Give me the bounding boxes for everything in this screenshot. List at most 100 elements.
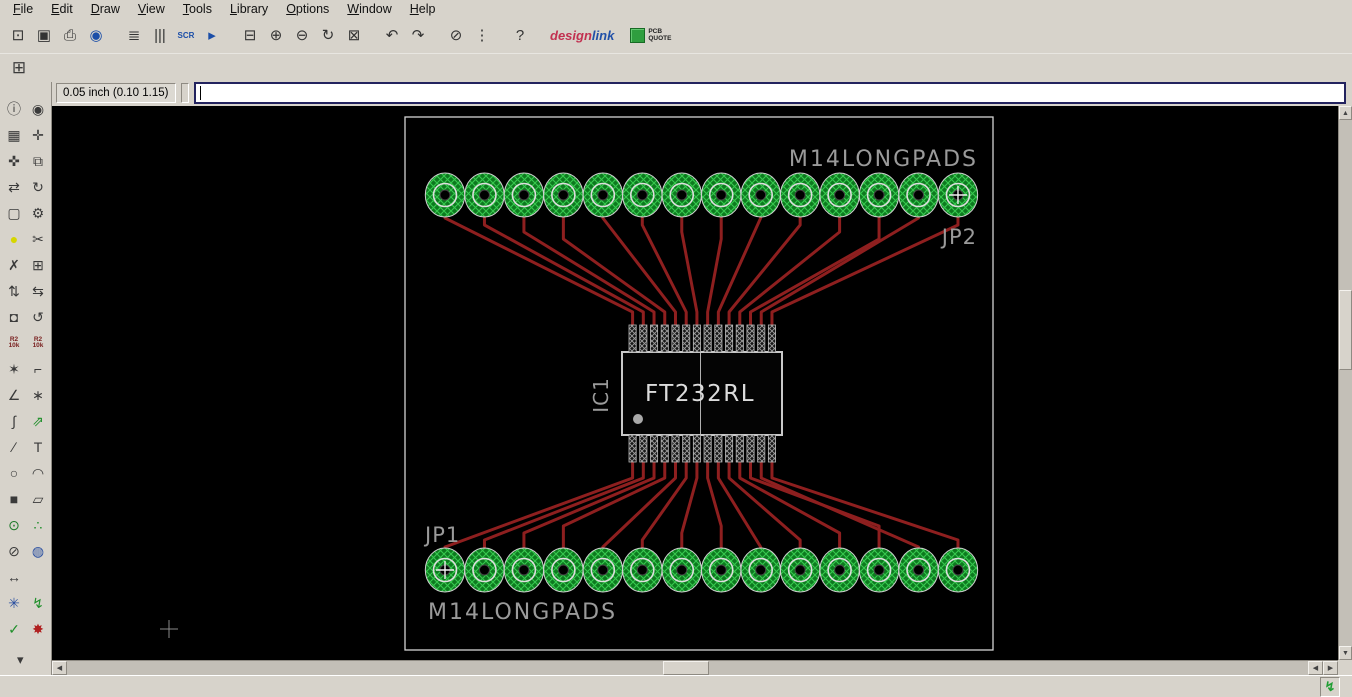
vertical-scrollbar[interactable]: ▲ ▼ [1338, 106, 1352, 660]
menu-help[interactable]: Help [401, 1, 445, 17]
ic-pin-bottom-3[interactable] [650, 434, 659, 463]
pad-jp2-9[interactable] [740, 172, 781, 218]
ic-pin-top-11[interactable] [735, 324, 744, 353]
tool-display[interactable]: ▦ [3, 124, 25, 146]
scroll-up-button[interactable]: ▲ [1339, 106, 1352, 120]
pad-jp2-5[interactable] [582, 172, 624, 218]
tool-mark[interactable]: ✛ [27, 124, 49, 146]
pcb-drawing[interactable]: M14LONGPADS JP2 JP1 M14LONGPADS FT232RL IC1 [52, 106, 1338, 660]
ic-pin-top-6[interactable] [682, 324, 691, 353]
pad-jp1-12[interactable] [858, 547, 900, 593]
pad-jp2-1[interactable] [424, 172, 466, 218]
pad-jp1-5[interactable] [582, 547, 624, 593]
ic-pin-top-5[interactable] [671, 324, 680, 353]
grid-button[interactable]: ⊞ [8, 57, 30, 79]
tool-rotate[interactable]: ↻ [27, 176, 49, 198]
ic-pin-bottom-14[interactable] [767, 434, 776, 463]
save-button[interactable]: ▣ [32, 23, 56, 47]
ic-pin-bottom-10[interactable] [725, 434, 734, 463]
tool-replace[interactable]: ⇆ [27, 280, 49, 302]
pad-jp2-12[interactable] [858, 172, 900, 218]
zoom-fit-button[interactable]: ⊟ [238, 23, 262, 47]
pad-jp2-7[interactable] [661, 172, 702, 218]
menu-options[interactable]: Options [277, 1, 338, 17]
pad-jp2-4[interactable] [543, 172, 584, 218]
tool-via[interactable]: ⊙ [3, 514, 25, 536]
pad-jp2-3[interactable] [503, 172, 545, 218]
pad-jp1-4[interactable] [543, 547, 584, 593]
ic-pin-bottom-13[interactable] [757, 434, 766, 463]
ic-pin-top-13[interactable] [757, 324, 766, 353]
ic-pin-bottom-8[interactable] [703, 434, 712, 463]
pad-jp1-14[interactable] [937, 547, 979, 593]
tool-wire[interactable]: ∕ [3, 436, 25, 458]
ic-pin-top-4[interactable] [660, 324, 669, 353]
ic-pin-bottom-12[interactable] [746, 434, 755, 463]
tool-pinswap[interactable]: ⇅ [3, 280, 25, 302]
pad-jp1-2[interactable] [464, 547, 505, 593]
pad-jp1-3[interactable] [503, 547, 545, 593]
zoom-in-button[interactable]: ⊕ [264, 23, 288, 47]
scroll-left-button-right-end[interactable]: ◀ [1308, 661, 1323, 675]
menu-window[interactable]: Window [338, 1, 400, 17]
help-button[interactable]: ? [508, 23, 532, 47]
pad-jp2-6[interactable] [622, 172, 663, 218]
undo-button[interactable]: ↶ [380, 23, 404, 47]
tool-text[interactable]: T [27, 436, 49, 458]
tool-mirror[interactable]: ⇄ [3, 176, 25, 198]
tool-optimize[interactable]: ∗ [27, 384, 49, 406]
ic-pin-top-8[interactable] [703, 324, 712, 353]
pad-jp2-8[interactable] [701, 172, 742, 218]
horizontal-scrollbar[interactable]: ◀ ◀ ▶ [52, 660, 1338, 675]
pad-jp1-8[interactable] [701, 547, 742, 593]
pad-jp1-10[interactable] [779, 547, 821, 593]
pad-jp2-13[interactable] [898, 172, 939, 218]
ic-pin-top-14[interactable] [767, 324, 776, 353]
pcb-quote-button[interactable]: PCB QUOTE [630, 27, 671, 43]
script-button[interactable]: SCR [174, 23, 198, 47]
scroll-right-button[interactable]: ▶ [1323, 661, 1338, 675]
tool-split[interactable]: ∠ [3, 384, 25, 406]
tool-paste[interactable]: ● [3, 228, 25, 250]
tool-auto[interactable]: ↯ [27, 592, 49, 614]
menu-draw[interactable]: Draw [82, 1, 129, 17]
pad-jp1-7[interactable] [661, 547, 702, 593]
zoom-select-button[interactable]: ⊠ [342, 23, 366, 47]
tool-name[interactable]: R2 10k [3, 332, 25, 354]
pad-jp1-6[interactable] [622, 547, 663, 593]
tool-copy[interactable]: ⧉ [27, 150, 49, 172]
ic-pin-bottom-7[interactable] [692, 434, 701, 463]
tool-hole[interactable]: ⊘ [3, 540, 25, 562]
tool-polygon[interactable]: ▱ [27, 488, 49, 510]
zoom-out-button[interactable]: ⊖ [290, 23, 314, 47]
horizontal-scroll-track[interactable] [67, 661, 1308, 675]
ic-pin-bottom-6[interactable] [682, 434, 691, 463]
tool-ripup[interactable]: ⇗ [27, 410, 49, 432]
menu-file[interactable]: File [4, 1, 42, 17]
print-button[interactable]: ⎙ [58, 23, 82, 47]
tool-ratsnest[interactable]: ✳ [3, 592, 25, 614]
scroll-left-button[interactable]: ◀ [52, 661, 67, 675]
tool-delete[interactable]: ✗ [3, 254, 25, 276]
ic-pin-bottom-4[interactable] [660, 434, 669, 463]
open-button[interactable]: ⊡ [6, 23, 30, 47]
run-button[interactable]: ▸ [200, 23, 224, 47]
tool-dimension[interactable]: ↔ [3, 566, 25, 588]
pad-jp1-11[interactable] [819, 547, 860, 593]
tool-rect[interactable]: ■ [3, 488, 25, 510]
ic-pin-top-7[interactable] [692, 324, 701, 353]
tool-arc[interactable]: ◠ [27, 462, 49, 484]
tool-info[interactable]: ⓘ [3, 98, 25, 120]
command-input[interactable] [195, 84, 1344, 102]
tool-change[interactable]: ⚙ [27, 202, 49, 224]
stop-button[interactable]: ⊘ [444, 23, 468, 47]
tool-drc[interactable]: ✓ [3, 618, 25, 640]
ulp-button[interactable]: ≣ [122, 23, 146, 47]
pad-jp1-13[interactable] [898, 547, 939, 593]
menu-edit[interactable]: Edit [42, 1, 82, 17]
palette-scroll-down[interactable]: ▾ [17, 652, 24, 668]
tool-value[interactable]: R2 10k [27, 332, 49, 354]
scroll-down-button[interactable]: ▼ [1339, 646, 1352, 660]
pad-jp1-1[interactable] [424, 547, 466, 593]
pad-jp1-9[interactable] [740, 547, 781, 593]
